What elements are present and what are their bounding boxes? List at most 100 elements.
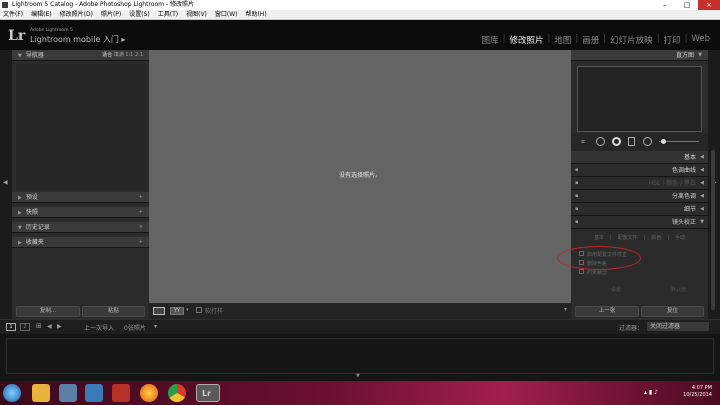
detail-section[interactable]: ▪ 细节 ◀ — [571, 203, 708, 216]
lens-setup-value[interactable]: 默认值 — [671, 286, 686, 293]
menu-develop[interactable]: 修改照片(D) — [60, 10, 93, 19]
taskbar-clock[interactable]: 4:07 PM 10/25/2014 — [683, 385, 712, 399]
taskbar-app-icon[interactable] — [85, 384, 103, 402]
lens-tab-profile[interactable]: 配置文件 — [618, 232, 638, 244]
toggle-icon[interactable]: ▪ — [575, 190, 578, 203]
menu-settings[interactable]: 设置(S) — [129, 10, 150, 19]
clear-history-icon[interactable]: × — [139, 222, 143, 233]
navigator-zoom-options: 适合 填满 1:1 2:1 — [102, 50, 143, 61]
collapse-left-icon[interactable]: ◀ — [3, 180, 8, 186]
radial-filter-icon[interactable] — [643, 137, 652, 146]
minimize-icon[interactable]: – — [654, 0, 676, 10]
collapsed-icon: ◀ — [700, 193, 704, 199]
filmstrip-source[interactable]: 上一次导入 — [84, 323, 114, 332]
crop-tool-icon[interactable]: ⌗ — [581, 138, 585, 147]
menu-edit[interactable]: 编辑(E) — [31, 10, 51, 19]
constrain-crop-label: 约束裁剪 — [587, 270, 608, 276]
lens-tab-color[interactable]: 颜色 — [651, 232, 661, 244]
histogram-display — [577, 66, 702, 132]
brush-slider-handle[interactable] — [661, 139, 666, 144]
toggle-icon[interactable]: ▪ — [575, 216, 578, 229]
maximize-icon[interactable]: □ — [676, 0, 698, 10]
menu-help[interactable]: 帮助(H) — [246, 10, 267, 19]
copy-button[interactable]: 复制... — [16, 306, 80, 317]
grid-view-icon[interactable]: ⊞ — [36, 322, 42, 330]
before-after-dropdown-icon[interactable]: ▾ — [186, 307, 189, 313]
filmstrip[interactable]: ▼ — [0, 334, 720, 381]
filter-dropdown[interactable]: 关闭过滤器 — [647, 322, 709, 331]
forward-arrow-icon[interactable]: ▶ — [57, 323, 62, 330]
left-panel-toggle-strip[interactable]: ◀ — [0, 50, 12, 319]
tone-curve-section[interactable]: ▪ 色调曲线 ◀ — [571, 164, 708, 177]
basic-section[interactable]: 基本 ◀ — [571, 151, 708, 164]
split-toning-section[interactable]: ▪ 分离色调 ◀ — [571, 190, 708, 203]
expanded-icon: ▼ — [700, 219, 704, 225]
toggle-icon[interactable]: ▪ — [575, 177, 578, 190]
taskbar-app-icon[interactable] — [59, 384, 77, 402]
chrome-icon[interactable] — [168, 384, 186, 402]
lens-tab-manual[interactable]: 手动 — [675, 232, 685, 244]
hsl-section[interactable]: ▪ HSL / 颜色 / 黑白 ◀ — [571, 177, 708, 190]
module-book[interactable]: 画册 — [578, 34, 603, 46]
menu-file[interactable]: 文件(F) — [3, 10, 23, 19]
toggle-icon[interactable]: ▪ — [575, 203, 578, 216]
graduated-filter-icon[interactable] — [628, 137, 635, 146]
module-library[interactable]: 图库 — [478, 34, 503, 46]
secondary-window-button[interactable]: 2 — [20, 323, 30, 331]
start-button-icon[interactable] — [3, 384, 21, 402]
module-develop[interactable]: 修改照片 — [506, 34, 548, 46]
menu-window[interactable]: 窗口(W) — [215, 10, 238, 19]
zoom-1-1[interactable]: 1:1 — [125, 52, 133, 58]
module-slideshow[interactable]: 幻灯片放映 — [606, 34, 657, 46]
module-map[interactable]: 地图 — [550, 34, 575, 46]
reset-button[interactable]: 复位 — [641, 306, 704, 317]
collections-header[interactable]: ▶ 收藏夹 + — [12, 237, 149, 248]
clock-date: 10/25/2014 — [683, 392, 712, 398]
back-arrow-icon[interactable]: ◀ — [47, 323, 52, 330]
zoom-2-1[interactable]: 2:1 — [135, 52, 143, 58]
taskbar-app-icon[interactable] — [112, 384, 130, 402]
explorer-icon[interactable] — [32, 384, 50, 402]
before-after-icon[interactable]: YY — [170, 307, 184, 315]
add-collection-icon[interactable]: + — [139, 237, 143, 248]
mobile-link[interactable]: Lightroom mobile 入门 ▸ — [30, 34, 125, 45]
right-panel-toggle-strip[interactable]: ▶ — [708, 50, 720, 319]
right-panel-scrollbar[interactable] — [711, 150, 715, 310]
menu-tools[interactable]: 工具(T) — [158, 10, 178, 19]
history-header[interactable]: ▼ 历史记录 × — [12, 222, 149, 233]
tray-icons[interactable]: ▴ ▮ ♪ — [644, 389, 658, 396]
spot-removal-icon[interactable] — [596, 137, 605, 146]
image-canvas[interactable]: 没有选择照片。 — [149, 50, 571, 303]
histogram-header[interactable]: 直方图 ▼ — [571, 50, 708, 61]
windows-taskbar: Lr ▴ ▮ ♪ 4:07 PM 10/25/2014 — [0, 381, 720, 405]
module-print[interactable]: 打印 — [660, 34, 685, 46]
red-eye-icon[interactable] — [612, 137, 621, 146]
filmstrip-toggle-icon[interactable]: ▼ — [356, 373, 360, 379]
previous-button[interactable]: 上一张 — [575, 306, 639, 317]
toolbar-menu-icon[interactable]: ▾ — [564, 306, 567, 313]
zoom-fit[interactable]: 适合 — [102, 52, 112, 58]
presets-header[interactable]: ▶ 预设 + — [12, 192, 149, 203]
paste-button[interactable]: 粘贴 — [82, 306, 145, 317]
softproof-checkbox[interactable] — [196, 307, 202, 313]
navigator-header[interactable]: ▼ 导航器 适合 填满 1:1 2:1 — [12, 50, 149, 61]
main-window-button[interactable]: 1 — [6, 323, 16, 331]
zoom-fill[interactable]: 填满 — [114, 52, 124, 58]
lightroom-taskbar-icon[interactable]: Lr — [196, 384, 220, 402]
menu-photo[interactable]: 照片(P) — [101, 10, 121, 19]
add-snapshot-icon[interactable]: + — [139, 207, 143, 218]
toggle-icon[interactable]: ▪ — [575, 164, 578, 177]
firefox-icon[interactable] — [140, 384, 158, 402]
develop-toolbar: YY ▾ 软打样 ▾ — [149, 303, 571, 319]
lens-corrections-section[interactable]: ▪ 镜头校正 ▼ — [571, 216, 708, 229]
close-icon[interactable]: × — [698, 0, 720, 10]
lens-tab-basic[interactable]: 基本 — [594, 232, 604, 244]
menu-view[interactable]: 视图(V) — [186, 10, 207, 19]
snapshots-header[interactable]: ▶ 快照 + — [12, 207, 149, 218]
constrain-crop-checkbox[interactable] — [579, 269, 584, 274]
loupe-view-icon[interactable] — [153, 307, 165, 315]
add-preset-icon[interactable]: + — [139, 192, 143, 203]
left-panel: ▼ 导航器 适合 填满 1:1 2:1 ▶ 预设 + ▶ 快照 + ▼ 历史记录 × ▶… — [12, 50, 149, 319]
module-web[interactable]: Web — [687, 34, 714, 46]
source-dropdown-icon[interactable]: ▾ — [154, 323, 157, 330]
